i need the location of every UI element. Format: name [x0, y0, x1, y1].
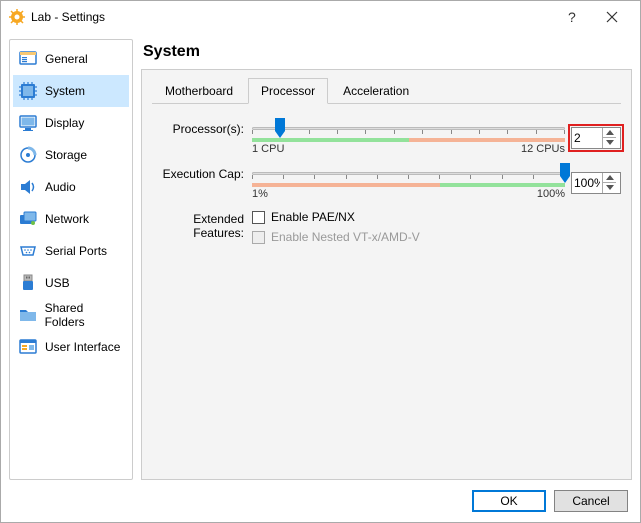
pae-nx-label: Enable PAE/NX — [271, 210, 355, 224]
tab-label: Processor — [261, 84, 315, 98]
processors-step-up[interactable] — [603, 128, 616, 139]
svg-text:?: ? — [568, 10, 576, 24]
section-heading: System — [141, 39, 632, 69]
processors-max-label: 12 CPUs — [521, 143, 565, 155]
settings-panel: Motherboard Processor Acceleration Proce… — [141, 69, 632, 480]
ok-button[interactable]: OK — [472, 490, 546, 512]
processors-label: Processor(s): — [152, 120, 252, 136]
pae-nx-checkbox[interactable] — [252, 211, 265, 224]
execution-cap-input[interactable] — [572, 176, 602, 190]
window-title: Lab - Settings — [31, 10, 552, 24]
help-button[interactable]: ? — [552, 2, 592, 32]
ok-button-label: OK — [500, 494, 517, 508]
processors-input[interactable] — [572, 131, 602, 145]
sidebar-item-network[interactable]: Network — [13, 203, 129, 235]
sidebar-item-label: USB — [45, 276, 70, 290]
sidebar-item-display[interactable]: Display — [13, 107, 129, 139]
execution-cap-row: Execution Cap: — [152, 165, 621, 200]
app-icon — [9, 9, 25, 25]
tab-processor[interactable]: Processor — [248, 78, 328, 104]
processors-step-down[interactable] — [603, 138, 616, 148]
storage-icon — [17, 144, 39, 166]
sidebar-item-usb[interactable]: USB — [13, 267, 129, 299]
content-area: System Motherboard Processor Acceleratio… — [141, 39, 632, 480]
sidebar-item-shared-folders[interactable]: Shared Folders — [13, 299, 129, 331]
execution-cap-slider[interactable]: 1% 100% — [252, 165, 565, 200]
sidebar-item-label: Shared Folders — [45, 301, 125, 329]
extended-features-label: Extended Features: — [152, 210, 252, 240]
processors-row: Processor(s): — [152, 120, 621, 155]
audio-icon — [17, 176, 39, 198]
processors-spinbox[interactable] — [571, 127, 621, 149]
sidebar-item-label: User Interface — [45, 340, 120, 354]
execution-cap-slider-thumb[interactable] — [559, 162, 571, 184]
general-icon — [17, 48, 39, 70]
serial-ports-icon — [17, 240, 39, 262]
sidebar-item-user-interface[interactable]: User Interface — [13, 331, 129, 363]
execution-cap-min-label: 1% — [252, 188, 268, 200]
display-icon — [17, 112, 39, 134]
tab-acceleration[interactable]: Acceleration — [330, 78, 422, 103]
sidebar-item-audio[interactable]: Audio — [13, 171, 129, 203]
sidebar-item-label: Display — [45, 116, 84, 130]
extended-features-row: Extended Features: Enable PAE/NX Enable … — [152, 210, 621, 250]
sidebar-item-general[interactable]: General — [13, 43, 129, 75]
sidebar-item-label: Audio — [45, 180, 76, 194]
network-icon — [17, 208, 39, 230]
processors-slider-thumb[interactable] — [274, 117, 286, 139]
sidebar-item-label: System — [45, 84, 85, 98]
sidebar-item-system[interactable]: System — [13, 75, 129, 107]
cancel-button[interactable]: Cancel — [554, 490, 628, 512]
execution-cap-label: Execution Cap: — [152, 165, 252, 181]
usb-icon — [17, 272, 39, 294]
sidebar-item-label: Storage — [45, 148, 87, 162]
execution-cap-spinbox[interactable] — [571, 172, 621, 194]
tab-label: Acceleration — [343, 84, 409, 98]
sidebar-item-serial-ports[interactable]: Serial Ports — [13, 235, 129, 267]
processors-slider[interactable]: 1 CPU 12 CPUs — [252, 120, 565, 155]
processors-min-label: 1 CPU — [252, 143, 284, 155]
nested-vtx-checkbox — [252, 231, 265, 244]
tabs-row: Motherboard Processor Acceleration — [152, 78, 621, 104]
system-icon — [17, 80, 39, 102]
titlebar: Lab - Settings ? — [1, 1, 640, 33]
execution-cap-max-label: 100% — [537, 188, 565, 200]
tab-motherboard[interactable]: Motherboard — [152, 78, 246, 103]
user-interface-icon — [17, 336, 39, 358]
category-sidebar: General System Display Storage — [9, 39, 133, 480]
sidebar-item-label: Serial Ports — [45, 244, 107, 258]
dialog-footer: OK Cancel — [1, 480, 640, 522]
execution-cap-step-down[interactable] — [603, 183, 616, 193]
nested-vtx-label: Enable Nested VT-x/AMD-V — [271, 230, 420, 244]
close-button[interactable] — [592, 2, 632, 32]
sidebar-item-label: General — [45, 52, 88, 66]
sidebar-item-storage[interactable]: Storage — [13, 139, 129, 171]
shared-folders-icon — [17, 304, 39, 326]
cancel-button-label: Cancel — [572, 494, 609, 508]
sidebar-item-label: Network — [45, 212, 89, 226]
settings-window: Lab - Settings ? General System — [0, 0, 641, 523]
tab-label: Motherboard — [165, 84, 233, 98]
execution-cap-step-up[interactable] — [603, 173, 616, 184]
